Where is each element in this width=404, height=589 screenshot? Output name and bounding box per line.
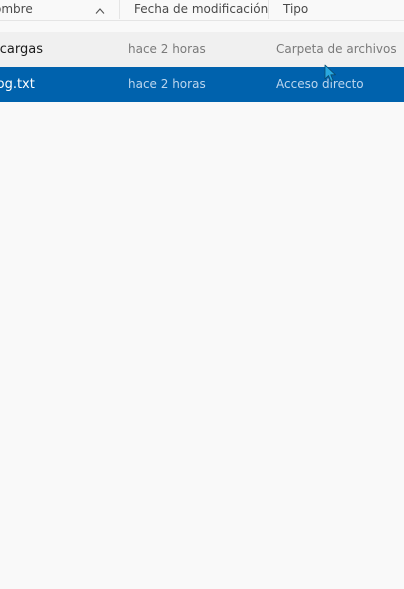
column-header-type-label: Tipo bbox=[283, 2, 309, 16]
file-row-downloads[interactable]: scargas hace 2 horas Carpeta de archivos bbox=[0, 32, 404, 67]
file-list-pane: ombre Fecha de modificación Tipo scargas… bbox=[0, 0, 404, 589]
file-modified: hace 2 horas bbox=[128, 77, 206, 91]
column-header-modified-label: Fecha de modificación bbox=[134, 2, 269, 16]
file-type: Acceso directo bbox=[276, 77, 364, 91]
column-header-type[interactable]: Tipo bbox=[283, 0, 403, 20]
chevron-up-icon bbox=[95, 4, 105, 14]
file-name: log.txt bbox=[0, 77, 35, 92]
file-row-log-txt[interactable]: log.txt hace 2 horas Acceso directo bbox=[0, 67, 404, 102]
file-modified: hace 2 horas bbox=[128, 42, 206, 56]
column-header-name-label: ombre bbox=[0, 2, 33, 16]
column-divider-handle[interactable] bbox=[119, 0, 120, 19]
file-type: Carpeta de archivos bbox=[276, 42, 397, 56]
column-header-modified[interactable]: Fecha de modificación bbox=[134, 0, 268, 20]
mouse-pointer-icon bbox=[324, 64, 338, 84]
file-name: scargas bbox=[0, 42, 43, 57]
column-header-bar: ombre Fecha de modificación Tipo bbox=[0, 0, 404, 21]
column-divider-handle[interactable] bbox=[268, 0, 269, 19]
